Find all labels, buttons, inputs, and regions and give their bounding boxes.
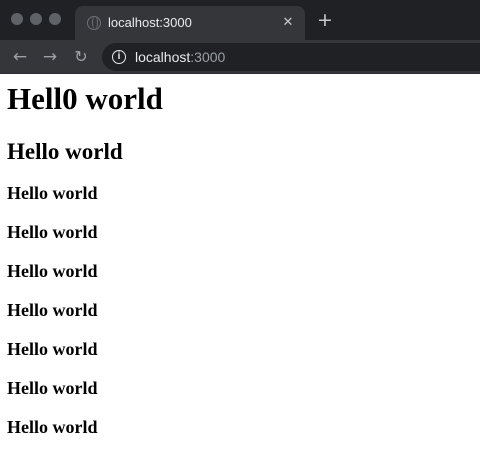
tab-title: localhost:3000 xyxy=(108,15,192,30)
minimize-window-button[interactable] xyxy=(30,13,42,25)
close-window-button[interactable] xyxy=(11,13,23,25)
heading-8: Hello world xyxy=(7,378,98,398)
url-port: :3000 xyxy=(190,49,226,65)
new-tab-icon[interactable]: + xyxy=(314,9,336,31)
heading-3: Hello world xyxy=(7,183,98,203)
forward-arrow-icon[interactable]: → xyxy=(39,46,61,68)
heading-9: Hello world xyxy=(7,417,98,437)
heading-7: Hello world xyxy=(7,339,98,359)
browser-tab[interactable]: localhost:3000 ✕ xyxy=(75,6,305,40)
maximize-window-button[interactable] xyxy=(49,13,61,25)
address-url[interactable]: localhost:3000 xyxy=(135,49,225,65)
heading-4: Hello world xyxy=(7,222,98,242)
address-bar[interactable]: i localhost:3000 xyxy=(102,43,480,71)
info-icon[interactable]: i xyxy=(112,50,126,64)
back-arrow-icon[interactable]: ← xyxy=(9,46,31,68)
browser-toolbar: ← → ↻ i localhost:3000 xyxy=(0,40,480,74)
heading-1: Hell0 world xyxy=(7,81,163,116)
heading-6: Hello world xyxy=(7,300,98,320)
globe-icon xyxy=(87,16,101,30)
close-tab-icon[interactable]: ✕ xyxy=(279,14,297,32)
browser-titlebar: localhost:3000 ✕ + xyxy=(0,0,480,40)
page-content: Hell0 world Hello world Hello world Hell… xyxy=(0,75,480,458)
heading-2: Hello world xyxy=(7,139,123,164)
url-host: localhost xyxy=(135,49,191,65)
heading-5: Hello world xyxy=(7,261,98,281)
reload-icon[interactable]: ↻ xyxy=(70,46,92,68)
